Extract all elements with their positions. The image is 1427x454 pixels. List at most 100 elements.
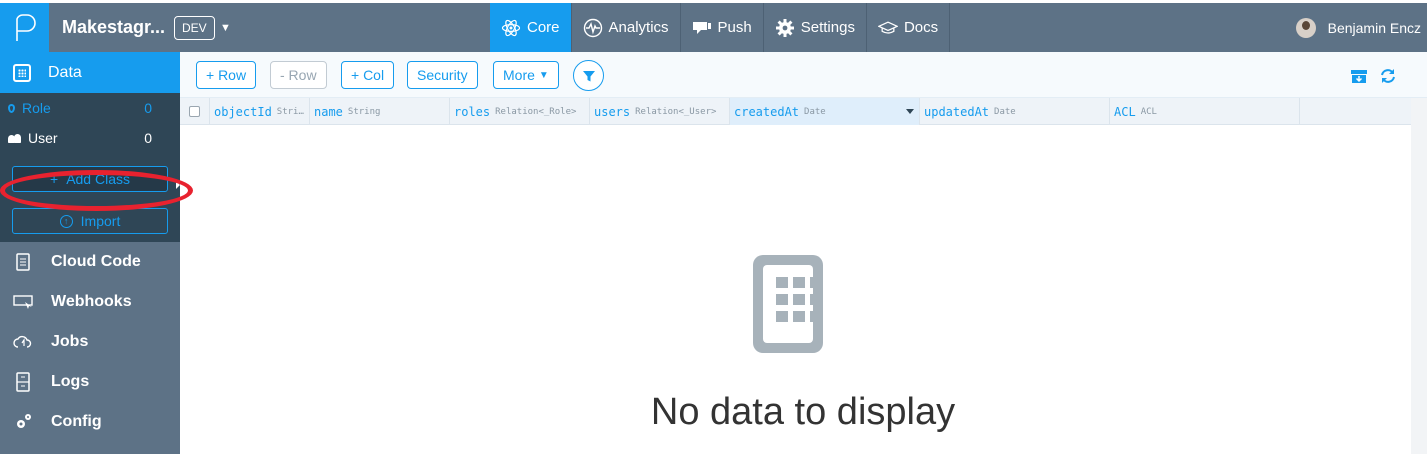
add-col-button[interactable]: + Col: [341, 61, 395, 89]
nav-push[interactable]: Push: [681, 3, 764, 52]
grid-cells: [776, 277, 822, 322]
nav-docs-label: Docs: [903, 19, 939, 36]
top-bar: Makestagr... DEV ▼ Core Analytics Push S…: [0, 3, 1427, 52]
users-icon: [8, 133, 21, 143]
remove-row-button[interactable]: - Row: [270, 61, 327, 89]
column-name: updatedAt: [924, 104, 990, 119]
chevron-down-icon[interactable]: ▼: [220, 16, 231, 40]
sidebar-item-label: Cloud Code: [51, 253, 141, 270]
grid-cell: [810, 294, 822, 305]
add-row-button[interactable]: + Row: [196, 61, 257, 89]
column-name: roles: [454, 104, 491, 119]
sidebar-item-cloud-code[interactable]: Cloud Code: [0, 242, 180, 282]
webhook-icon: [13, 295, 33, 309]
pin-icon: [8, 103, 15, 113]
upload-icon: ↑: [59, 214, 73, 228]
class-name: User: [28, 130, 58, 146]
chevron-down-icon: ▼: [538, 69, 549, 81]
column-name: objectId: [214, 104, 272, 119]
cloud-icon: [13, 335, 32, 348]
parse-logo-icon: [15, 13, 36, 41]
caret-right-icon: [176, 181, 180, 189]
gears-icon: [17, 414, 31, 428]
atom-icon: [501, 19, 521, 36]
column-header-objectid[interactable]: objectId Stri…: [210, 98, 310, 125]
filter-button[interactable]: [573, 60, 604, 91]
sidebar-item-config[interactable]: Config: [0, 402, 180, 442]
filter-icon: [582, 70, 595, 81]
grid-cell: [776, 294, 788, 305]
import-button[interactable]: ↑ Import: [12, 208, 168, 234]
grid-cell: [810, 311, 822, 322]
empty-state-message: No data to display: [650, 391, 956, 433]
refresh-icon[interactable]: [1379, 67, 1397, 85]
class-name: Role: [22, 100, 51, 116]
plus-icon: +: [50, 171, 59, 187]
column-name: name: [314, 104, 343, 119]
column-name: createdAt: [734, 104, 800, 119]
nav-analytics-label: Analytics: [608, 19, 669, 36]
column-type: String: [347, 106, 381, 117]
column-header-users[interactable]: users Relation<_User>: [590, 98, 730, 125]
grid-icon: [13, 63, 31, 82]
sidebar-item-webhooks[interactable]: Webhooks: [0, 282, 180, 322]
more-button[interactable]: More ▼: [493, 61, 559, 89]
sidebar-item-label: Config: [51, 413, 102, 430]
nav-analytics[interactable]: Analytics: [572, 3, 681, 52]
nav-settings[interactable]: Settings: [764, 3, 867, 52]
column-type: Date: [994, 106, 1016, 117]
toolbar: + Row - Row + Col Security More ▼: [180, 52, 1427, 98]
column-header-roles[interactable]: roles Relation<_Role>: [450, 98, 590, 125]
megaphone-icon: [692, 21, 711, 34]
grid-cell: [793, 277, 805, 288]
class-item-user[interactable]: User 0: [0, 123, 180, 153]
class-count: 0: [144, 100, 152, 116]
parse-logo[interactable]: [0, 3, 49, 52]
grid-cell: [793, 294, 805, 305]
sidebar-item-data[interactable]: Data: [0, 52, 180, 93]
nav-settings-label: Settings: [800, 19, 855, 36]
column-header-updatedat[interactable]: updatedAt Date: [920, 98, 1110, 125]
column-header-acl[interactable]: ACL ACL: [1110, 98, 1300, 125]
class-count: 0: [144, 130, 152, 146]
column-name: users: [594, 104, 631, 119]
column-type: ACL: [1140, 106, 1157, 117]
column-header-name[interactable]: name String: [310, 98, 450, 125]
select-all-checkbox[interactable]: [180, 98, 210, 125]
export-icon[interactable]: [1350, 67, 1368, 85]
column-type: Relation<_Role>: [495, 106, 577, 117]
vertical-scrollbar[interactable]: [1411, 98, 1427, 454]
sidebar-item-label: Jobs: [51, 333, 89, 350]
nav-core[interactable]: Core: [490, 3, 572, 52]
nav-docs[interactable]: Docs: [867, 3, 951, 52]
sidebar-item-label: Webhooks: [51, 293, 132, 310]
column-header-createdat[interactable]: createdAt Date: [730, 98, 920, 125]
app-name[interactable]: Makestagr...: [62, 17, 165, 38]
class-item-role[interactable]: Role 0: [0, 93, 180, 123]
grid-cell: [810, 277, 822, 288]
user-name: Benjamin Encz: [1327, 19, 1421, 36]
sidebar-item-logs[interactable]: Logs: [0, 362, 180, 402]
sidebar-item-jobs[interactable]: Jobs: [0, 322, 180, 362]
avatar: [1295, 17, 1316, 38]
column-type: Date: [804, 106, 826, 117]
add-class-button[interactable]: + Add Class: [12, 166, 168, 192]
graduation-cap-icon: [877, 20, 898, 34]
import-label: Import: [80, 213, 121, 229]
document-icon: [16, 253, 30, 271]
gear-icon: [775, 18, 794, 37]
column-name: ACL: [1114, 104, 1136, 119]
pulse-icon: [583, 18, 602, 37]
security-button[interactable]: Security: [407, 61, 478, 89]
sidebar-item-label: Logs: [51, 373, 90, 390]
column-type: Stri…: [276, 106, 304, 117]
sidebar: Data Role 0 User 0 + Add Class ↑ Import: [0, 52, 193, 454]
sort-desc-icon[interactable]: [906, 109, 914, 114]
grid-cell: [776, 277, 788, 288]
nav-core-label: Core: [527, 19, 560, 36]
more-label: More: [503, 67, 535, 83]
user-menu[interactable]: Benjamin Encz: [1295, 3, 1421, 52]
column-type: Relation<_User>: [635, 106, 717, 117]
env-badge[interactable]: DEV: [174, 16, 215, 40]
top-nav: Core Analytics Push Settings Docs: [490, 3, 951, 52]
